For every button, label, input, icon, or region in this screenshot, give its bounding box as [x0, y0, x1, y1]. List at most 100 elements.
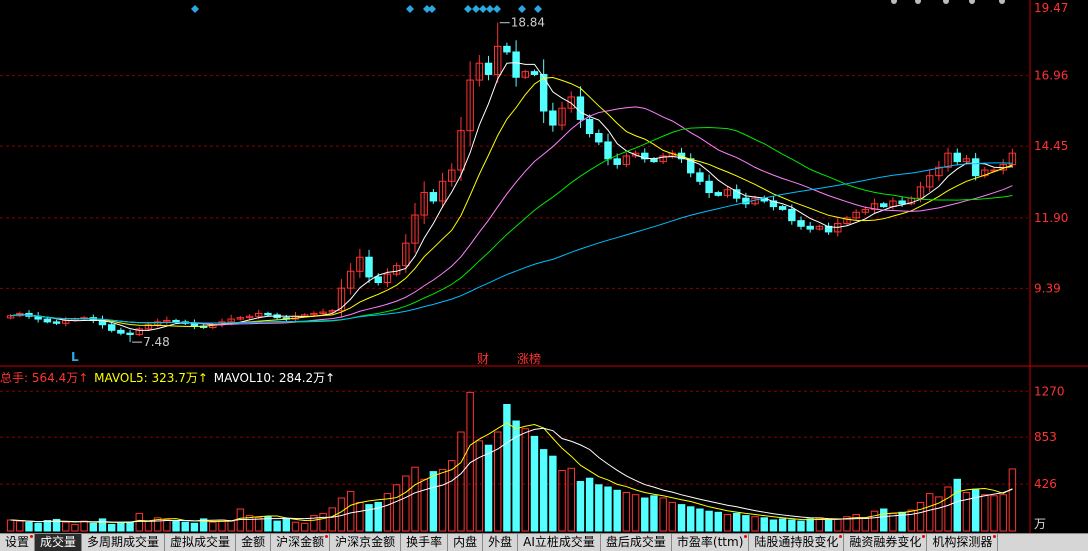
volume-bar [530, 435, 539, 532]
toolbar-icon-3 [969, 0, 975, 4]
volume-bar [549, 455, 557, 532]
tab-0[interactable]: 设置 [0, 534, 36, 551]
candle-body [585, 118, 594, 134]
volume-bar [493, 431, 502, 532]
ma60-line [10, 162, 1013, 324]
candle-body [788, 208, 796, 222]
event-diamond-icon [486, 5, 494, 13]
volume-bar [806, 518, 814, 532]
volume-bar [769, 519, 778, 532]
tab-alert-dot [839, 535, 843, 538]
tab-10[interactable]: AI立桩成交量 [518, 534, 601, 551]
tab-12[interactable]: 市盈率(ttm) [672, 534, 750, 551]
volume-bar [714, 511, 723, 532]
volume-bar [641, 497, 649, 532]
volume-bar [16, 520, 24, 532]
volume-bar [6, 519, 15, 532]
volume-bar [117, 522, 125, 532]
low-marker: L [71, 350, 79, 364]
tab-7[interactable]: 换手率 [401, 534, 449, 551]
volume-bar [668, 501, 677, 532]
volume-bar [595, 484, 603, 532]
candle-body [429, 192, 438, 202]
volume-bar [705, 510, 713, 532]
candle-body [953, 152, 961, 163]
volume-bar [778, 518, 787, 532]
candle-body [503, 45, 511, 53]
volume-bar [953, 478, 961, 532]
candle-body [613, 158, 621, 165]
candle-body [549, 110, 557, 126]
high-price-label: 18.84 [511, 16, 545, 30]
candle-body [374, 276, 382, 284]
volume-bar [273, 520, 281, 532]
news-label-ranking: 涨榜 [517, 351, 541, 366]
kline-chart[interactable]: 19.47 16.96 14.45 11.90 9.39 1270 853 426 万 18.84… [0, 0, 1088, 533]
event-diamond-icon [191, 5, 199, 13]
volume-bar [291, 521, 300, 532]
price-tick-label: 19.47 [1034, 1, 1068, 15]
volume-bar [98, 518, 107, 532]
volume-bar [71, 523, 79, 532]
volume-bar [135, 512, 143, 532]
volume-bar [448, 460, 456, 532]
volume-bar [438, 468, 447, 532]
volume-bar [723, 514, 732, 532]
volume-bar [631, 494, 640, 532]
volume-bar [696, 508, 704, 532]
volume-bar [870, 510, 879, 532]
tab-1[interactable]: 成交量 [35, 534, 83, 551]
volume-bar [319, 512, 327, 532]
tab-2[interactable]: 多周期成交量 [82, 534, 166, 551]
candle-body [696, 172, 704, 182]
price-tick-label: 16.96 [1034, 69, 1068, 83]
tab-15[interactable]: 机构探测器 [927, 534, 999, 551]
tab-9[interactable]: 外盘 [483, 534, 519, 551]
volume-bar [732, 512, 741, 532]
price-tick-label: 9.39 [1034, 281, 1061, 295]
volume-bar [144, 520, 153, 532]
candle-body [530, 71, 539, 75]
volume-bar [742, 515, 750, 532]
event-diamond-icon [493, 5, 501, 13]
volume-bar [981, 494, 989, 532]
tab-14[interactable]: 融资融券变化 [844, 534, 928, 551]
tab-alert-dot [325, 535, 329, 538]
volume-bar [392, 484, 401, 532]
toolbar-icon-1 [915, 0, 921, 4]
volume-bar [172, 520, 180, 532]
tab-3[interactable]: 虚拟成交量 [165, 534, 237, 551]
volume-bar [944, 486, 952, 532]
candle-body [264, 312, 272, 316]
tab-4[interactable]: 金额 [236, 534, 272, 551]
tab-11[interactable]: 盘后成交量 [601, 534, 672, 551]
volume-tick-label: 426 [1034, 477, 1057, 491]
volume-bar [760, 517, 768, 532]
volume-bar [539, 449, 548, 532]
toolbar-icon-0 [891, 0, 897, 4]
toolbar-icon-2 [943, 0, 949, 4]
volume-tick-label: 1270 [1034, 384, 1065, 398]
indicator-tab-bar: 设置 成交量 多周期成交量 虚拟成交量 金额 沪深金额 沪深京金额 换手率 内盘 外盘 AI立桩成交… [0, 533, 1088, 551]
volume-bar [429, 471, 438, 532]
volume-bar [457, 431, 465, 532]
tab-8[interactable]: 内盘 [448, 534, 484, 551]
tab-5[interactable]: 沪深金额 [271, 534, 331, 551]
volume-bar [411, 466, 419, 532]
ma20-line [10, 106, 1013, 325]
tab-6[interactable]: 沪深京金额 [330, 534, 402, 551]
tab-alert-dot [922, 535, 926, 538]
candle-body [797, 220, 805, 227]
volume-bar [190, 522, 199, 532]
volume-bar [282, 518, 291, 532]
volume-bar [907, 509, 916, 532]
volume-bar [255, 517, 263, 532]
candle-body [117, 329, 125, 334]
volume-bar [475, 440, 484, 532]
volume-bar [585, 477, 594, 532]
volume-bar [34, 522, 42, 532]
candle-body [576, 96, 585, 120]
tab-13[interactable]: 陆股通持股变化 [749, 534, 845, 551]
volume-bar [1008, 468, 1017, 532]
volume-bar [107, 523, 116, 532]
